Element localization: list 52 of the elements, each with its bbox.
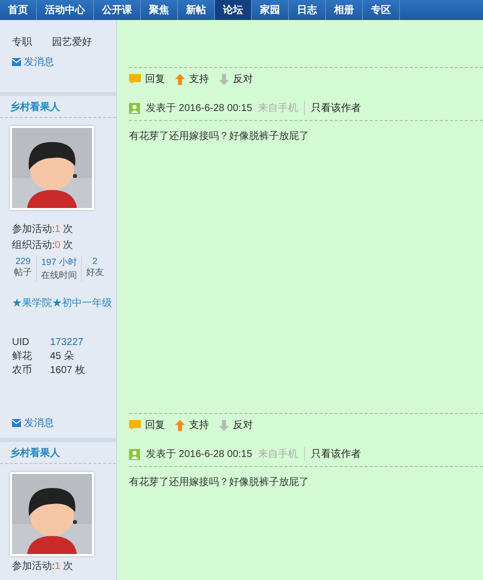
profile-field: 专职 (12, 35, 32, 49)
post-date: 发表于 2016-6-28 00:15 (146, 448, 252, 461)
detail-value: 45 朵 (50, 350, 75, 364)
post-source: 来自手机 (258, 448, 298, 461)
post-date: 发表于 2016-6-28 00:15 (146, 102, 252, 115)
activity-count: 参加活动:1 次 (11, 222, 74, 237)
stat-label: 在线时间 (41, 269, 77, 282)
post-action[interactable]: 回复 (129, 72, 165, 86)
user-icon (129, 102, 140, 114)
send-message-link[interactable]: 发消息 (0, 416, 116, 430)
post-content: 有花芽了还用嫁接吗？好像脱裤子放屁了 (129, 476, 310, 489)
author-name[interactable]: 乡村看果人 (0, 92, 116, 118)
nav-tab[interactable]: 家园 (252, 0, 289, 20)
post-action[interactable]: 支持 (175, 418, 209, 432)
nav-tab[interactable]: 日志 (289, 0, 326, 20)
nav-tab[interactable]: 聚焦 (141, 0, 178, 20)
envelope-icon (12, 58, 21, 66)
stat-label: 帖子 (14, 266, 32, 279)
author-only-link[interactable]: 只看该作者 (304, 447, 362, 461)
post-content: 有花芽了还用嫁接吗？好像脱裤子放屁了 (129, 130, 310, 143)
post-action[interactable]: 支持 (175, 72, 209, 86)
author-only-link[interactable]: 只看该作者 (304, 101, 362, 115)
send-message-link[interactable]: 发消息 (0, 55, 116, 69)
envelope-icon (12, 419, 21, 427)
nav-tab[interactable]: 相册 (326, 0, 363, 20)
activity-count: 组织活动:0 次 (11, 239, 74, 253)
stat-value[interactable]: 2 (92, 256, 98, 266)
down-arrow-icon (219, 420, 229, 430)
up-arrow-icon (175, 74, 185, 84)
activity-count: 参加活动:1 次 (11, 560, 74, 574)
detail-value[interactable]: 173227 (50, 336, 116, 350)
detail-label: 农币 (12, 364, 33, 378)
speech-bubble-icon (129, 420, 141, 430)
user-icon (129, 448, 140, 460)
up-arrow-icon (175, 420, 185, 430)
down-arrow-icon (219, 74, 229, 84)
detail-value: 1607 枚 (50, 364, 86, 378)
stat-label: 好友 (86, 266, 104, 279)
post-source: 来自手机 (258, 102, 298, 115)
detail-label: 鲜花 (12, 350, 33, 364)
stat-value[interactable]: 197 小时 (41, 256, 77, 269)
detail-label: UID (12, 336, 30, 350)
author-name[interactable]: 乡村看果人 (0, 438, 116, 464)
nav-tab[interactable]: 专区 (363, 0, 400, 20)
post-action[interactable]: 反对 (219, 72, 253, 86)
user-rank[interactable]: ★果学院★初中一年级 (0, 296, 116, 310)
post-action[interactable]: 回复 (129, 418, 165, 432)
speech-bubble-icon (129, 74, 141, 84)
post-action[interactable]: 反对 (219, 418, 253, 432)
stat-value[interactable]: 229 (15, 256, 31, 266)
nav-tab[interactable]: 论坛 (215, 0, 252, 20)
profile-field: 园艺爱好 (52, 35, 92, 49)
